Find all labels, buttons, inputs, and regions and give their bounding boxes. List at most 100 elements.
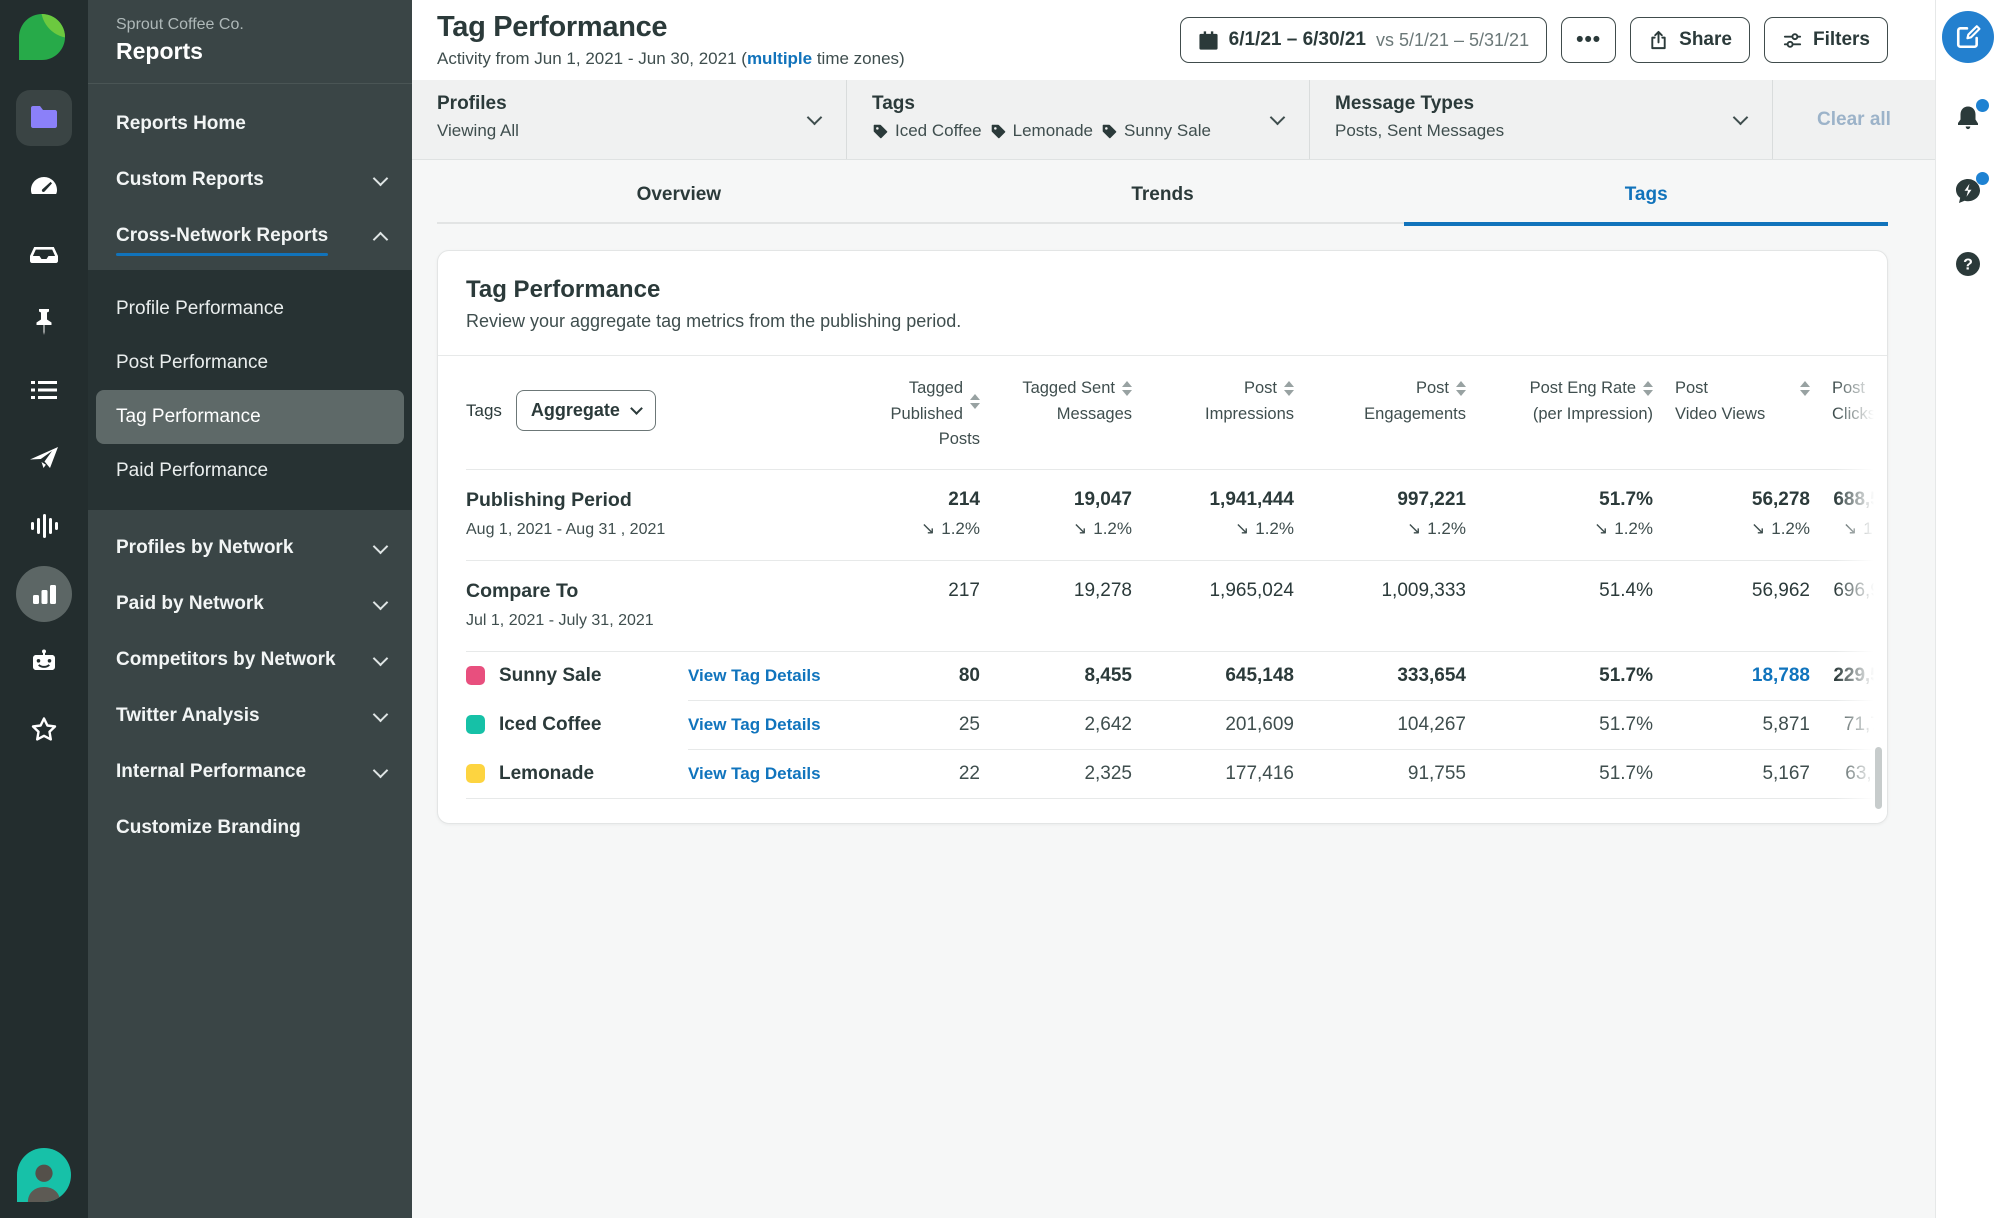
sidebar-item-tag-performance[interactable]: Tag Performance (96, 390, 404, 444)
tag-row-lemonade: Lemonade View Tag Details 22 2,325 177,4… (466, 750, 1887, 798)
metric-value: 696,915 (1832, 580, 1887, 602)
sidebar-item-reports-home[interactable]: Reports Home (88, 96, 412, 152)
card-scrollbar[interactable] (1875, 747, 1882, 809)
sidebar-item-custom-reports[interactable]: Custom Reports (88, 152, 412, 208)
metric-value: 71,723 (1832, 714, 1887, 736)
metric-value: 688,545↘1.2% (1832, 489, 1887, 539)
chevron-up-icon (373, 231, 389, 247)
publishing-period-row: Publishing Period Aug 1, 2021 - Aug 31 ,… (466, 469, 1887, 560)
tag-chip: Sunny Sale (1101, 121, 1211, 141)
sidebar-item-competitors-by-network[interactable]: Competitors by Network (88, 632, 412, 688)
tag-color-swatch (466, 666, 485, 685)
more-options-button[interactable]: ••• (1561, 17, 1616, 63)
sort-icon[interactable] (1456, 381, 1466, 396)
sidebar-item-post-performance[interactable]: Post Performance (96, 336, 404, 390)
clear-all-button[interactable]: Clear all (1773, 80, 1935, 159)
dashboard-gauge-icon[interactable] (16, 158, 72, 214)
metric-value: 8,455 (1002, 665, 1132, 687)
sprout-logo-icon (19, 14, 69, 64)
metric-value: 51.7% (1488, 714, 1653, 736)
notifications-bell-icon[interactable] (1953, 103, 1983, 138)
metric-value: 19,047↘1.2% (1002, 489, 1132, 539)
sidebar-item-profiles-by-network[interactable]: Profiles by Network (88, 520, 412, 576)
tab-trends[interactable]: Trends (921, 184, 1405, 224)
sidebar-item-customize-branding[interactable]: Customize Branding (88, 800, 412, 856)
delta-value: ↘1.2% (1488, 519, 1653, 539)
svg-text:?: ? (1963, 257, 1973, 274)
sidebar-item-paid-by-network[interactable]: Paid by Network (88, 576, 412, 632)
column-header-post-video-views[interactable]: Post Video Views (1675, 376, 1810, 427)
tab-overview[interactable]: Overview (437, 184, 921, 224)
view-tag-details-link[interactable]: View Tag Details (688, 715, 838, 735)
sidebar-item-profile-performance[interactable]: Profile Performance (96, 282, 404, 336)
column-header-post-clicks[interactable]: Post Clicks (1832, 376, 1887, 427)
pin-icon[interactable] (16, 294, 72, 350)
cross-network-subpanel: Profile Performance Post Performance Tag… (88, 270, 412, 510)
task-list-icon[interactable] (16, 362, 72, 418)
bot-icon[interactable] (16, 634, 72, 690)
delta-value: ↘1.2% (1832, 519, 1887, 539)
main-content: Tag Performance Activity from Jun 1, 202… (412, 0, 1935, 1218)
sidebar-title: Reports (116, 38, 384, 65)
reports-bar-chart-icon[interactable] (16, 566, 72, 622)
metric-value: 229,515 (1832, 665, 1887, 687)
metric-value: 645,148 (1154, 665, 1294, 687)
sidebar-item-paid-performance[interactable]: Paid Performance (96, 444, 404, 498)
metric-value: 51.7%↘1.2% (1488, 489, 1653, 539)
column-header-post-eng-rate[interactable]: Post Eng Rate (per Impression) (1488, 376, 1653, 427)
tags-filter[interactable]: Tags Iced Coffee Lemonade Sunny Sale (847, 80, 1310, 159)
card-header: Tag Performance Review your aggregate ta… (438, 251, 1887, 355)
column-header-tagged-sent-messages[interactable]: Tagged Sent Messages (1002, 376, 1132, 427)
sidebar-item-twitter-analysis[interactable]: Twitter Analysis (88, 688, 412, 744)
tag-color-swatch (466, 715, 485, 734)
tag-name-cell: Lemonade (466, 763, 666, 785)
help-icon[interactable]: ? (1953, 249, 1983, 284)
sort-icon[interactable] (1643, 381, 1653, 396)
view-tag-details-link[interactable]: View Tag Details (688, 764, 838, 784)
delta-value: ↘1.2% (860, 519, 980, 539)
column-header-post-engagements[interactable]: Post Engagements (1316, 376, 1466, 427)
trend-down-icon: ↘ (1594, 519, 1608, 539)
sort-icon[interactable] (1284, 381, 1294, 396)
filters-button[interactable]: Filters (1764, 17, 1888, 63)
column-header-post-impressions[interactable]: Post Impressions (1154, 376, 1294, 427)
tag-row-iced-coffee: Iced Coffee View Tag Details 25 2,642 20… (466, 701, 1887, 749)
tab-tags[interactable]: Tags (1404, 184, 1888, 226)
multiple-timezones-link[interactable]: multiple (747, 49, 812, 68)
sidebar-item-cross-network-reports[interactable]: Cross-Network Reports (88, 208, 412, 264)
delta-value: ↘1.2% (1154, 519, 1294, 539)
messages-bolt-icon[interactable] (1953, 176, 1983, 211)
date-range-button[interactable]: 6/1/21 – 6/30/21 vs 5/1/21 – 5/31/21 (1180, 17, 1547, 63)
inbox-tray-icon[interactable] (16, 226, 72, 282)
listening-waveform-icon[interactable] (16, 498, 72, 554)
metric-value: 5,167 (1675, 763, 1810, 785)
user-avatar[interactable] (17, 1148, 71, 1202)
tag-icon (1101, 123, 1118, 140)
sort-icon[interactable] (1800, 381, 1810, 396)
share-button[interactable]: Share (1630, 17, 1750, 63)
metric-value: 201,609 (1154, 714, 1294, 736)
metric-value: 56,962 (1675, 580, 1810, 602)
metric-value: 51.7% (1488, 665, 1653, 687)
profiles-filter[interactable]: Profiles Viewing All (412, 80, 847, 159)
sort-icon[interactable] (1122, 381, 1132, 396)
metric-value: 214↘1.2% (860, 489, 980, 539)
card-title: Tag Performance (466, 276, 1859, 304)
video-views-link[interactable]: 18,788 (1675, 665, 1810, 687)
filter-bar: Profiles Viewing All Tags Iced Coffee Le… (412, 80, 1935, 160)
report-content: Tag Performance Review your aggregate ta… (412, 224, 1935, 1218)
aggregate-dropdown[interactable]: Aggregate (516, 390, 656, 431)
message-types-filter-value: Posts, Sent Messages (1335, 121, 1748, 141)
reviews-star-icon[interactable] (16, 702, 72, 758)
compose-button[interactable] (1942, 11, 1994, 63)
view-tag-details-link[interactable]: View Tag Details (688, 666, 838, 686)
sort-icon[interactable] (970, 394, 980, 409)
sidebar-item-internal-performance[interactable]: Internal Performance (88, 744, 412, 800)
messages-badge (1976, 172, 1989, 185)
column-header-tagged-published-posts[interactable]: Tagged Published Posts (860, 376, 980, 453)
metric-value: 1,941,444↘1.2% (1154, 489, 1294, 539)
message-types-filter[interactable]: Message Types Posts, Sent Messages (1310, 80, 1773, 159)
page-subtitle: Activity from Jun 1, 2021 - Jun 30, 2021… (437, 49, 905, 69)
folder-nav-icon[interactable] (16, 90, 72, 146)
publish-plane-icon[interactable] (16, 430, 72, 486)
